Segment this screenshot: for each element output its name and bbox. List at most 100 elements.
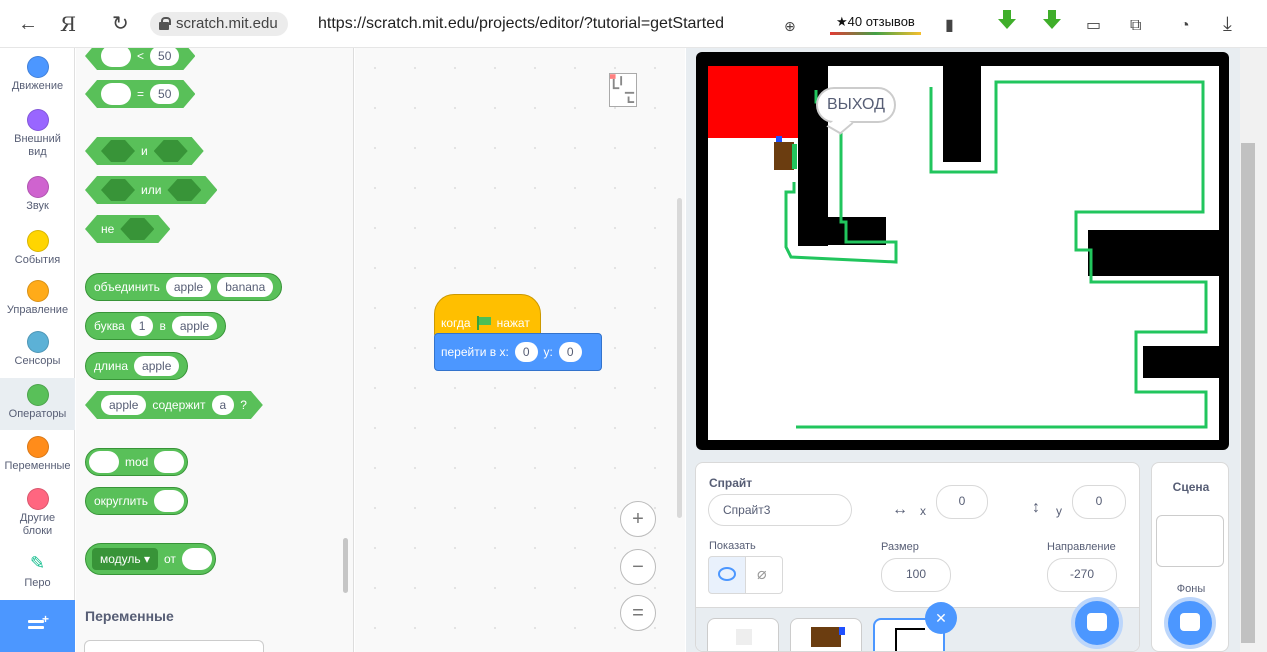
and-left-slot[interactable]: [101, 140, 135, 162]
pen-icon: ✎: [29, 553, 46, 573]
hide-sprite-button[interactable]: ⌀: [745, 556, 783, 594]
eq-left-slot[interactable]: [101, 83, 131, 105]
and-block[interactable]: и: [85, 137, 204, 165]
palette-scrollbar[interactable]: [343, 538, 348, 593]
add-extension-icon: +: [28, 612, 49, 634]
reload-icon[interactable]: ↻: [112, 12, 129, 36]
sprite-name-input[interactable]: Спрайт3: [708, 494, 852, 526]
bookmark-icon[interactable]: ▮: [945, 14, 954, 38]
eq-value[interactable]: 50: [150, 84, 179, 104]
show-sprite-button[interactable]: [708, 556, 746, 594]
stage-thumbnail[interactable]: [1156, 515, 1224, 567]
eq-operator: =: [137, 87, 145, 101]
x-position-input[interactable]: 0: [936, 485, 988, 519]
goto-x-input[interactable]: 0: [514, 342, 538, 362]
zoom-out-button[interactable]: −: [620, 549, 656, 585]
sprite-thumb-image: [736, 629, 752, 645]
go-to-xy-block[interactable]: перейти в x: 0 y: 0: [434, 333, 602, 371]
add-backdrop-button[interactable]: [1164, 597, 1216, 649]
category-sensing[interactable]: Сенсоры: [0, 331, 75, 368]
size-input[interactable]: 100: [881, 558, 951, 592]
when-flag-clicked-block[interactable]: когда нажат: [434, 294, 541, 338]
round-block[interactable]: округлить: [85, 487, 189, 515]
category-motion[interactable]: Движение: [0, 56, 75, 93]
sprite-thumb-1[interactable]: [707, 618, 779, 651]
mod-left-slot[interactable]: [89, 451, 119, 473]
download-extension-icon[interactable]: [998, 10, 1016, 30]
math-function-block[interactable]: модуль ▾ от: [85, 543, 216, 575]
category-events[interactable]: События: [0, 230, 75, 267]
letter-of-block[interactable]: буква 1 в apple: [85, 312, 227, 340]
add-sprite-button[interactable]: [1071, 597, 1123, 649]
round-slot[interactable]: [154, 490, 185, 512]
letter-index[interactable]: 1: [130, 316, 154, 336]
mod-right-slot[interactable]: [154, 451, 185, 473]
zoom-in-button[interactable]: +: [620, 501, 656, 537]
make-variable-button[interactable]: [84, 640, 264, 652]
category-my-blocks[interactable]: Другие блоки: [0, 488, 75, 538]
sprite-thumb-2[interactable]: [790, 618, 862, 651]
math-function-dropdown[interactable]: модуль ▾: [92, 548, 159, 570]
length-word[interactable]: apple: [134, 356, 180, 376]
or-left-slot[interactable]: [101, 179, 135, 201]
contains-word[interactable]: apple: [101, 395, 146, 415]
mod-block[interactable]: mod: [85, 448, 189, 476]
goto-label: перейти в x:: [441, 345, 509, 359]
goto-y-input[interactable]: 0: [558, 342, 582, 362]
url-host-pill[interactable]: scratch.mit.edu: [150, 12, 288, 36]
category-variables[interactable]: Переменные: [0, 436, 75, 473]
category-label: Управление: [6, 304, 69, 316]
page-scrollbar-thumb[interactable]: [1241, 143, 1255, 643]
letter-word[interactable]: apple: [171, 316, 218, 336]
stage-selector-panel[interactable]: Сцена Фоны: [1151, 462, 1229, 652]
mini-map-icon[interactable]: [609, 73, 637, 107]
not-block[interactable]: не: [85, 215, 170, 243]
category-looks[interactable]: Внешний вид: [0, 109, 75, 159]
category-sound[interactable]: Звук: [0, 176, 75, 213]
round-label: округлить: [94, 494, 149, 508]
page-scrollbar[interactable]: [1240, 48, 1267, 652]
add-extension-button[interactable]: +: [0, 600, 75, 652]
category-label: Движение: [11, 80, 64, 92]
length-block[interactable]: длина apple: [85, 352, 189, 380]
or-label: или: [141, 183, 162, 197]
url-host: scratch.mit.edu: [176, 15, 278, 32]
yandex-logo-icon[interactable]: Я: [60, 12, 76, 36]
extensions-icon[interactable]: ⧉: [1130, 14, 1141, 38]
join-block[interactable]: объединить apple banana: [85, 273, 283, 301]
browser-toolbar: ← Я ↻ scratch.mit.edu https://scratch.mi…: [0, 0, 1267, 48]
join-a[interactable]: apple: [165, 277, 212, 297]
goto-y-label: y:: [543, 345, 553, 359]
contains-value[interactable]: a: [212, 395, 235, 415]
reviews-badge[interactable]: ★40 отзывов: [830, 9, 921, 35]
contains-block[interactable]: apple содержит a ?: [85, 391, 263, 419]
zoom-reset-button[interactable]: =: [620, 595, 656, 631]
lt-left-slot[interactable]: [101, 48, 131, 67]
address-bar[interactable]: https://scratch.mit.edu/projects/editor/…: [318, 12, 724, 36]
contains-label: содержит: [152, 398, 206, 412]
lt-value[interactable]: 50: [150, 48, 179, 66]
stage-canvas[interactable]: ВЫХОД: [696, 52, 1229, 450]
battery-icon[interactable]: ▭: [1086, 14, 1101, 38]
math-slot[interactable]: [181, 548, 212, 570]
equals-block[interactable]: = 50: [85, 80, 195, 108]
code-scrollbar[interactable]: [677, 198, 682, 518]
code-area[interactable]: когда нажат перейти в x: 0 y: 0 + − =: [355, 48, 685, 652]
category-control[interactable]: Управление: [0, 280, 75, 317]
or-block[interactable]: или: [85, 176, 217, 204]
zoom-icon[interactable]: ⊕: [784, 14, 796, 38]
delete-sprite-icon[interactable]: ✕: [925, 602, 957, 634]
less-than-block[interactable]: < 50: [85, 48, 195, 70]
or-right-slot[interactable]: [167, 179, 201, 201]
profile-icon[interactable]: ◔: [1180, 14, 1190, 38]
direction-input[interactable]: -270: [1047, 558, 1117, 592]
downloads-icon[interactable]: ⤓: [1223, 12, 1232, 36]
y-position-input[interactable]: 0: [1072, 485, 1126, 519]
back-arrow-icon[interactable]: ←: [18, 12, 38, 36]
download-extension-icon-2[interactable]: [1043, 10, 1061, 30]
join-b[interactable]: banana: [217, 277, 274, 297]
category-operators[interactable]: Операторы: [0, 378, 75, 430]
not-slot[interactable]: [120, 218, 154, 240]
category-pen[interactable]: ✎ Перо: [0, 553, 75, 590]
and-right-slot[interactable]: [154, 140, 188, 162]
